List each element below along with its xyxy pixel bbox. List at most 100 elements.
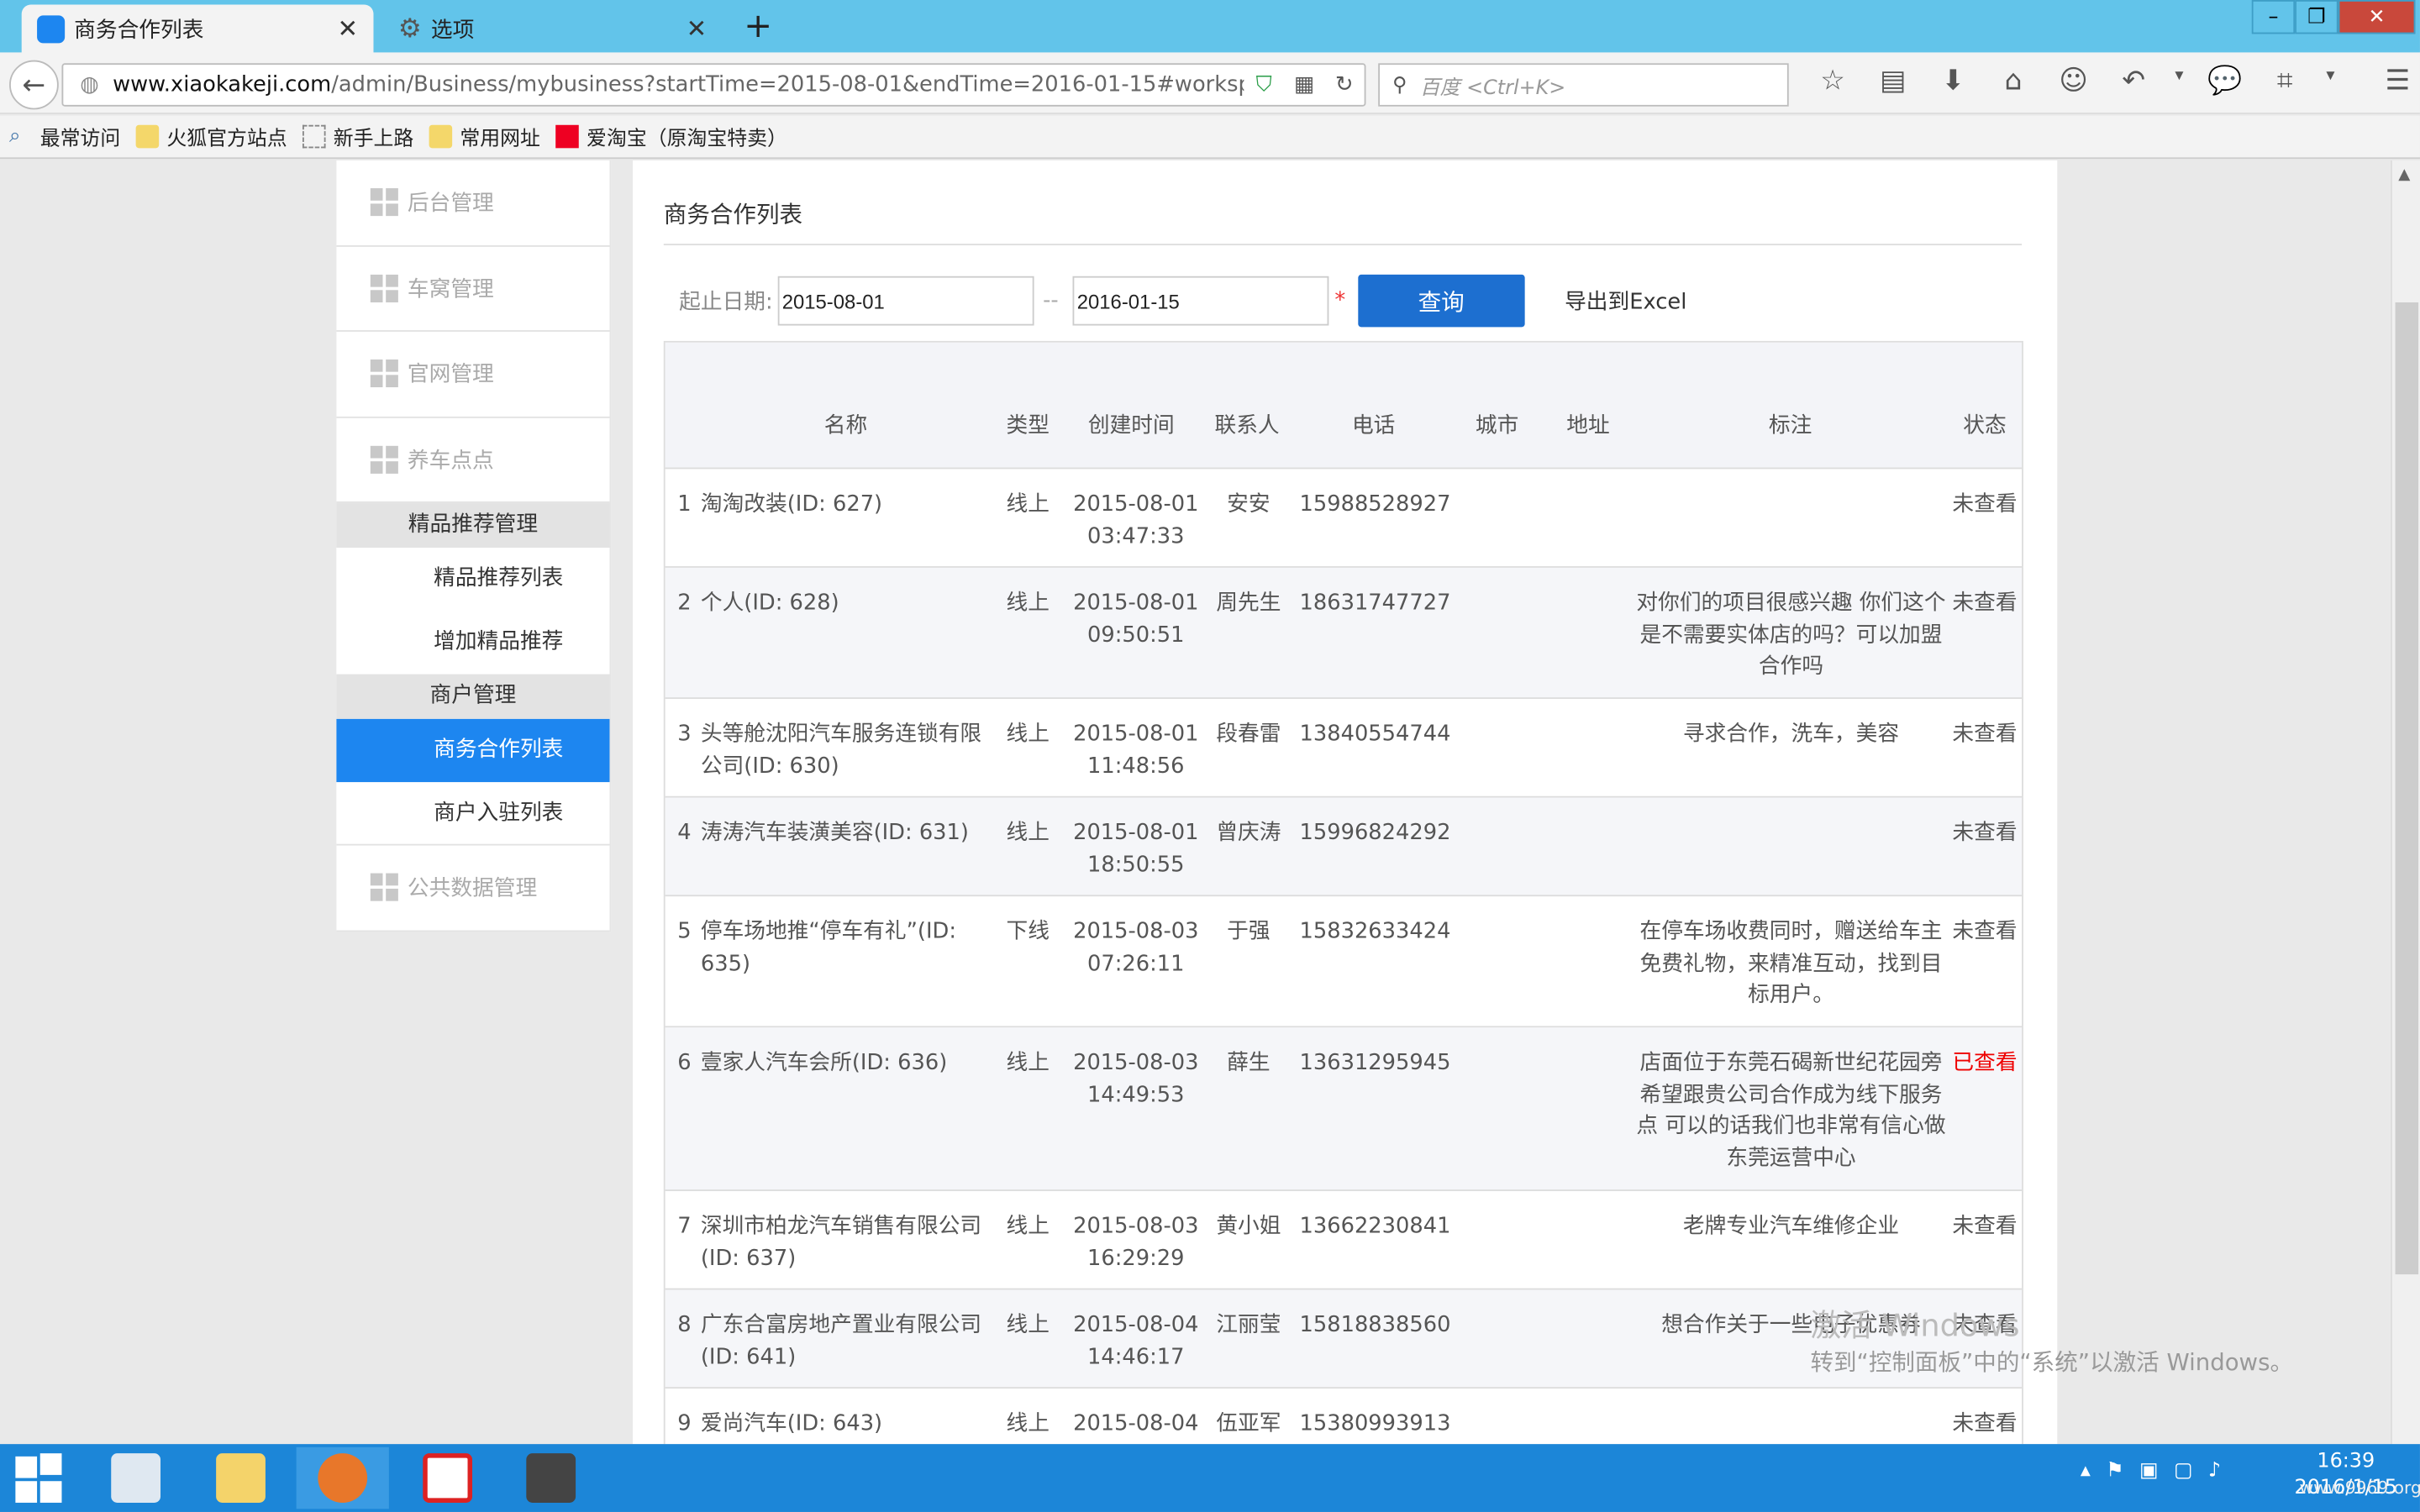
undo-icon[interactable]: ↶ <box>2103 65 2164 97</box>
sidebar-item-business-list[interactable]: 商务合作列表 <box>336 718 610 783</box>
new-tab-button[interactable]: + <box>744 8 772 46</box>
table-row[interactable]: 5 停车场地推“停车有礼”(ID: 635) 下线 2015-08-03 07:2… <box>665 896 2023 1028</box>
minimize-button[interactable]: – <box>2251 0 2296 34</box>
qr-code-icon[interactable]: ▦ <box>1284 72 1324 97</box>
home-icon[interactable]: ⌂ <box>1983 65 2044 97</box>
tab-options[interactable]: ⚙ 选项 ✕ <box>383 5 723 53</box>
reload-icon[interactable]: ↻ <box>1324 72 1365 97</box>
gear-icon: ⚙ <box>397 13 422 45</box>
file-explorer-icon[interactable] <box>194 1447 287 1509</box>
scroll-up-icon[interactable]: ▲ <box>2398 166 2410 183</box>
taobao-icon <box>555 124 579 149</box>
date-range-label: 起止日期: <box>679 290 773 315</box>
sidebar-item-merchant-join[interactable]: 商户入驻列表 <box>336 782 610 846</box>
screen: 商务合作列表 ✕ ⚙ 选项 ✕ + – ❐ ✕ ← ◍ www.xiaokake… <box>0 0 2420 1512</box>
app-bolt-icon[interactable] <box>505 1447 597 1509</box>
query-button[interactable]: 查询 <box>1357 274 1525 328</box>
status-badge: 未查看 <box>1952 919 2018 945</box>
bookmarks-bar: ⌕ 最常访问 火狐官方站点 新手上路 常用网址 爱淘宝（原淘宝特卖） <box>0 115 2420 160</box>
flag-icon[interactable]: ⚑ <box>2106 1460 2123 1483</box>
shield-icon[interactable]: ⛉ <box>1244 72 1284 97</box>
address-bar[interactable]: ◍ www.xiaokakeji.com/admin/Business/mybu… <box>61 63 1366 107</box>
restore-button[interactable]: ❐ <box>2295 0 2338 34</box>
col-phone: 电话 <box>1351 413 1396 438</box>
table-row[interactable]: 3 头等舱沈阳汽车服务连锁有限公司(ID: 630) 线上 2015-08-01… <box>665 699 2023 798</box>
search-icon: ⌕ <box>9 124 21 149</box>
system-tray: ▴ ⚑ ▣ ▢ ♪ <box>2081 1460 2221 1483</box>
sidebar-item-add-featured[interactable]: 增加精品推荐 <box>336 611 610 675</box>
bookmark-most-visited[interactable]: ⌕ 最常访问 <box>9 122 120 151</box>
close-tab-icon[interactable]: ✕ <box>687 14 708 44</box>
sidebar-item-yangche[interactable]: 养车点点 <box>336 417 610 503</box>
divider <box>663 244 2023 246</box>
sidebar-item-chewo[interactable]: 车窝管理 <box>336 246 610 332</box>
chat-icon[interactable]: 💬 <box>2195 65 2255 97</box>
reading-list-icon[interactable]: ▤ <box>1863 65 1923 97</box>
monitor-icon[interactable]: ▢ <box>2174 1460 2193 1483</box>
volume-icon[interactable]: ♪ <box>2208 1460 2221 1483</box>
close-tab-icon[interactable]: ✕ <box>337 14 358 44</box>
search-icon: ⚲ <box>1392 73 1407 97</box>
sidebar-item-admin[interactable]: 后台管理 <box>336 160 610 246</box>
sidebar-item-website[interactable]: 官网管理 <box>336 332 610 417</box>
close-window-button[interactable]: ✕ <box>2338 0 2416 34</box>
search-input[interactable]: ⚲ 百度 <Ctrl+K> <box>1378 63 1789 107</box>
bookmark-common-sites[interactable]: 常用网址 <box>429 122 540 151</box>
col-created: 创建时间 <box>1087 413 1175 438</box>
tab-label: 选项 <box>430 18 475 43</box>
start-date-input[interactable] <box>777 276 1034 326</box>
tab-business-list[interactable]: 商务合作列表 ✕ <box>21 4 374 53</box>
sidebar-item-featured-list[interactable]: 精品推荐列表 <box>336 548 610 612</box>
page-viewport: 后台管理 车窝管理 官网管理 养车点点 精品推荐管理 精品推荐列表 增加精品推荐… <box>0 160 2391 1445</box>
navigation-bar: ← ◍ www.xiaokakeji.com/admin/Business/my… <box>0 52 2420 114</box>
date-filter: 起止日期: -- * 查询 导出到Excel <box>679 274 1686 328</box>
taskbar: ▴ ⚑ ▣ ▢ ♪ 16:39 2016/1/15 <box>0 1444 2420 1512</box>
grid-icon <box>370 360 398 388</box>
col-name: 名称 <box>823 413 868 438</box>
sidebar: 后台管理 车窝管理 官网管理 养车点点 精品推荐管理 精品推荐列表 增加精品推荐… <box>336 160 612 932</box>
export-excel-link[interactable]: 导出到Excel <box>1565 286 1686 317</box>
server-manager-icon[interactable] <box>90 1447 182 1509</box>
site-favicon-icon <box>37 14 66 43</box>
bookmark-star-icon[interactable]: ☆ <box>1802 65 1863 97</box>
chevron-down-icon[interactable]: ▾ <box>2315 65 2346 97</box>
col-status: 状态 <box>1963 413 2007 438</box>
activation-watermark-text: 转到“控制面板”中的“系统”以激活 Windows。 <box>1810 1348 2293 1377</box>
network-icon[interactable]: ▣ <box>2139 1460 2159 1483</box>
table-row[interactable]: 4 涛涛汽车装潢美容(ID: 631) 线上 2015-08-01 18:50:5… <box>665 797 2023 897</box>
bookmark-aitaobao[interactable]: 爱淘宝（原淘宝特卖） <box>555 122 787 151</box>
table-row[interactable]: 1 淘淘改装(ID: 627) 线上 2015-08-01 03:47:33 安安… <box>665 469 2023 568</box>
chevron-up-icon[interactable]: ▴ <box>2081 1460 2091 1483</box>
firefox-icon[interactable] <box>296 1446 389 1509</box>
grid-icon <box>370 188 398 217</box>
status-badge: 未查看 <box>1952 591 2018 616</box>
back-button[interactable]: ← <box>9 60 59 110</box>
site-watermark: www.9969.org <box>2299 1478 2420 1499</box>
bookmark-firefox-site[interactable]: 火狐官方站点 <box>135 122 287 151</box>
windows-start-icon[interactable] <box>15 1453 65 1503</box>
emoji-icon[interactable]: ☺ <box>2044 65 2104 97</box>
col-type: 类型 <box>1006 413 1050 438</box>
sidebar-item-public-data[interactable]: 公共数据管理 <box>336 846 610 932</box>
end-date-input[interactable] <box>1072 276 1329 326</box>
table-row[interactable]: 6 壹家人汽车会所(ID: 636) 线上 2015-08-03 14:49:53… <box>665 1027 2023 1191</box>
table-row[interactable]: 7 深圳市柏龙汽车销售有限公司(ID: 637) 线上 2015-08-03 16… <box>665 1191 2023 1290</box>
chevron-down-icon[interactable]: ▾ <box>2164 65 2195 97</box>
table-row[interactable]: 2 个人(ID: 628) 线上 2015-08-01 09:50:51 周先生 … <box>665 567 2023 700</box>
table-header: 名称 类型 创建时间 联系人 电话 城市 地址 标注 状态 <box>665 342 2023 470</box>
crop-icon[interactable]: ⌗ <box>2254 65 2315 97</box>
table-row[interactable]: 9 爱尚汽车(ID: 643) 线上 2015-08-04 伍亚军 153809… <box>666 1389 2022 1444</box>
app-arc-icon[interactable] <box>402 1447 494 1509</box>
download-icon[interactable]: ⬇ <box>1923 65 1984 97</box>
status-badge: 未查看 <box>1952 821 2018 846</box>
menu-icon[interactable]: ☰ <box>2367 65 2419 97</box>
page-title: 商务合作列表 <box>663 200 803 228</box>
bookmark-getting-started[interactable]: 新手上路 <box>302 122 413 151</box>
scrollbar-thumb[interactable] <box>2395 302 2419 1275</box>
status-badge: 已查看 <box>1952 1050 2018 1076</box>
browser-titlebar: 商务合作列表 ✕ ⚙ 选项 ✕ + – ❐ ✕ <box>0 0 2420 53</box>
status-badge: 未查看 <box>1952 722 2018 747</box>
required-mark: * <box>1334 288 1346 313</box>
sidebar-group-merchant: 商户管理 <box>336 674 610 719</box>
vertical-scrollbar[interactable]: ▲ <box>2391 160 2420 1445</box>
